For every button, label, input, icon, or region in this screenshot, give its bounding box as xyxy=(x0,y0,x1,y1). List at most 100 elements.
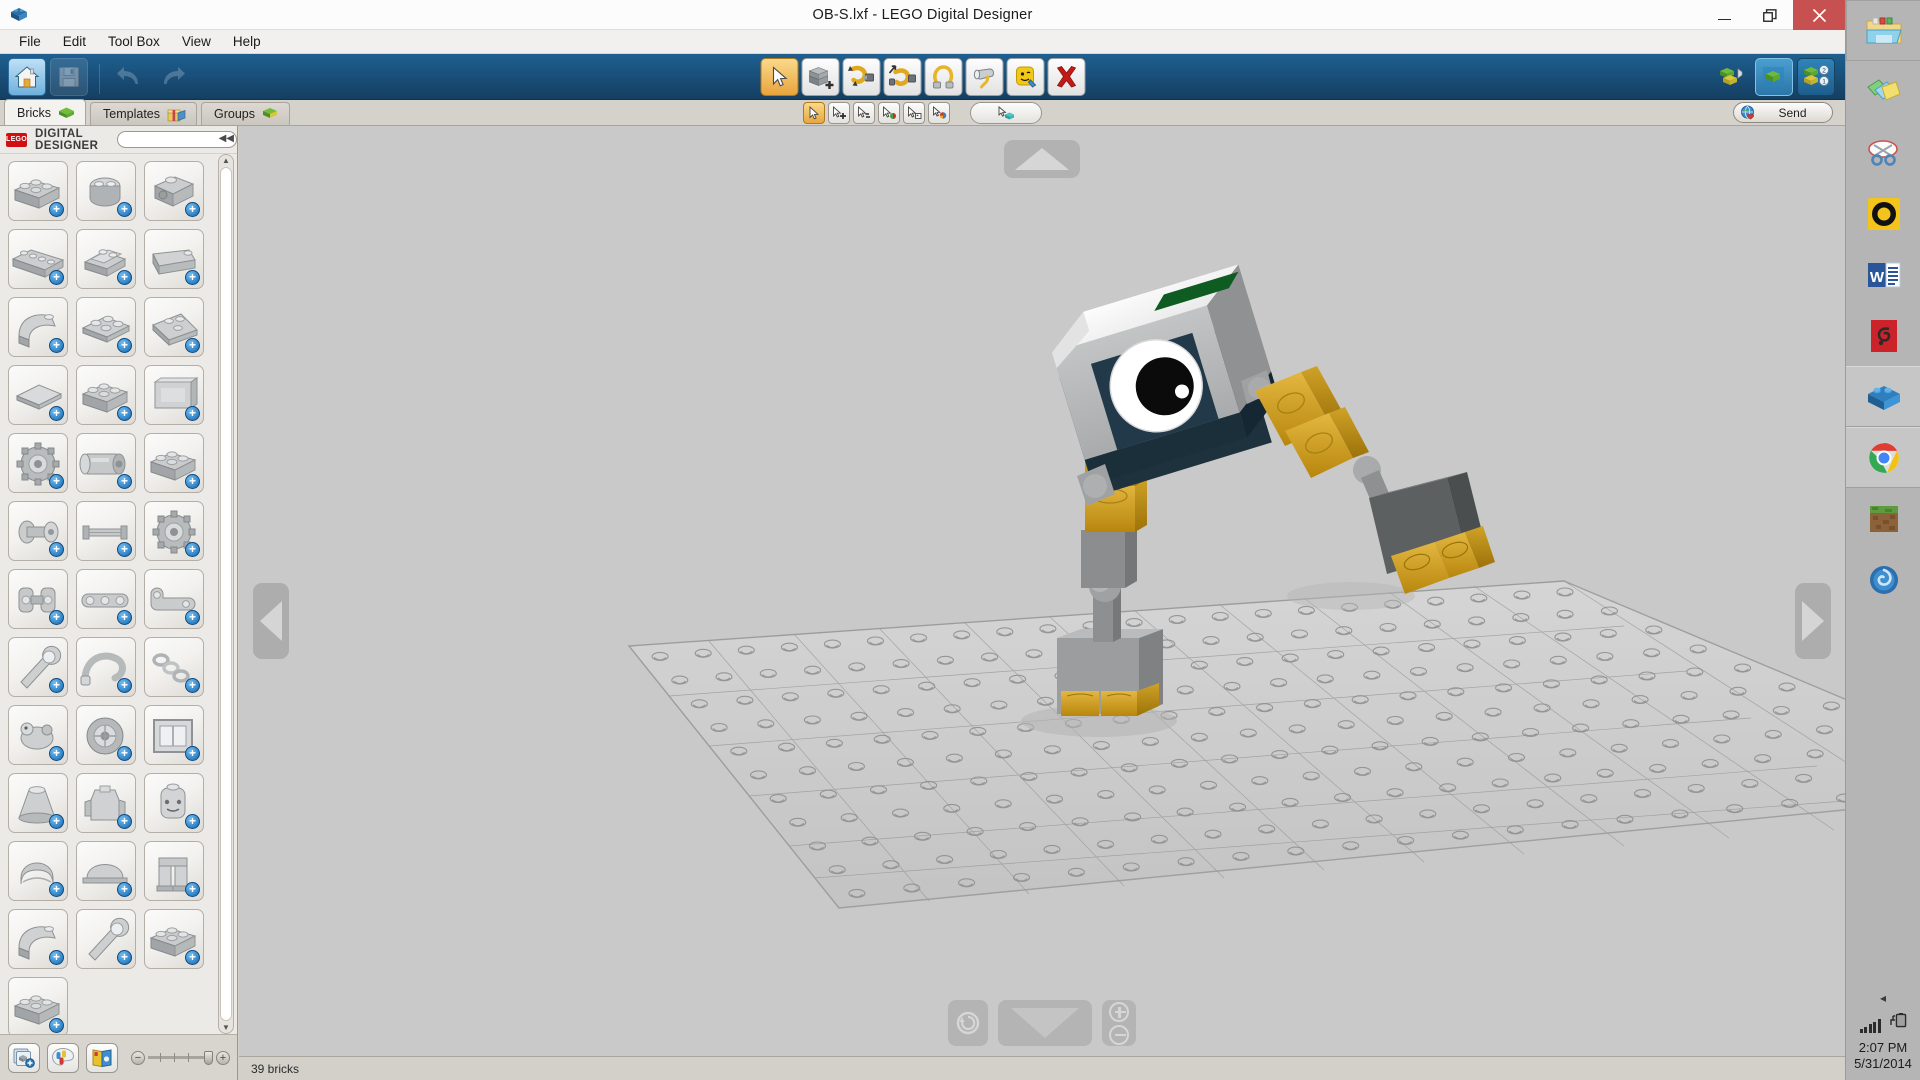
minimize-button[interactable] xyxy=(1701,0,1747,30)
taskbar-snipping-tool[interactable] xyxy=(1846,122,1920,183)
menu-view[interactable]: View xyxy=(171,32,222,51)
add-brick-badge[interactable]: + xyxy=(185,542,200,557)
add-brick-badge[interactable]: + xyxy=(117,814,132,829)
taskbar-blue-spiral-app[interactable] xyxy=(1846,549,1920,610)
show-desktop-button[interactable] xyxy=(1846,1076,1920,1080)
palette-brick-technic-axle[interactable]: + xyxy=(76,501,136,561)
select-add-tool[interactable] xyxy=(828,102,850,124)
palette-brick-brick-2x4[interactable]: + xyxy=(8,161,68,221)
scrollbar-thumb[interactable] xyxy=(220,167,232,1021)
add-brick-badge[interactable]: + xyxy=(185,270,200,285)
add-brick-badge[interactable]: + xyxy=(185,202,200,217)
palette-brick-wedge-slope[interactable]: + xyxy=(144,229,204,289)
add-brick-badge[interactable]: + xyxy=(49,202,64,217)
taskbar-lego-digital-designer[interactable] xyxy=(1846,366,1920,427)
taskbar-minecraft[interactable] xyxy=(1846,488,1920,549)
add-brick-badge[interactable]: + xyxy=(117,202,132,217)
select-all-tool[interactable] xyxy=(928,102,950,124)
menu-file[interactable]: File xyxy=(8,32,52,51)
add-brick-badge[interactable]: + xyxy=(49,882,64,897)
add-brick-badge[interactable]: + xyxy=(117,270,132,285)
add-brick-badge[interactable]: + xyxy=(49,542,64,557)
add-brick-badge[interactable]: + xyxy=(117,678,132,693)
taskbar-chrome[interactable] xyxy=(1846,427,1920,488)
add-brick-badge[interactable]: + xyxy=(185,610,200,625)
taskbar-orange-app[interactable] xyxy=(1846,183,1920,244)
taskbar-file-explorer[interactable] xyxy=(1846,0,1920,61)
zoom-in-icon[interactable]: + xyxy=(216,1050,230,1065)
add-brick-badge[interactable]: + xyxy=(185,882,200,897)
palette-brick-brick-round-2x2[interactable]: + xyxy=(76,161,136,221)
palette-brick-minifig-torso[interactable]: + xyxy=(76,773,136,833)
palette-brick-technic-liftarm[interactable]: + xyxy=(144,569,204,629)
send-button[interactable]: Send xyxy=(1733,102,1833,123)
palette-brick-technic-gear-large[interactable]: + xyxy=(144,501,204,561)
add-brick-badge[interactable]: + xyxy=(49,950,64,965)
reset-rotation-button[interactable] xyxy=(948,1000,988,1046)
taskbar-word[interactable]: W xyxy=(1846,244,1920,305)
add-brick-badge[interactable]: + xyxy=(49,746,64,761)
nav-up-button[interactable] xyxy=(1004,140,1080,178)
view-mode-button[interactable] xyxy=(1755,58,1793,96)
zoom-out-button[interactable] xyxy=(1109,1024,1129,1045)
palette-brick-brick-headlight-1x1[interactable]: + xyxy=(144,161,204,221)
add-brick-badge[interactable]: + xyxy=(117,882,132,897)
save-button[interactable] xyxy=(50,58,88,96)
add-brick-badge[interactable]: + xyxy=(185,474,200,489)
add-brick-badge[interactable]: + xyxy=(185,746,200,761)
nav-down-button[interactable] xyxy=(998,1000,1092,1046)
zoom-out-icon[interactable]: − xyxy=(131,1050,145,1065)
add-brick-badge[interactable]: + xyxy=(49,814,64,829)
palette-brick-slope-2x2[interactable]: + xyxy=(76,229,136,289)
palette-brick-technic-motor[interactable]: + xyxy=(76,433,136,493)
add-brick-badge[interactable]: + xyxy=(117,610,132,625)
close-button[interactable] xyxy=(1793,0,1845,30)
zoom-track[interactable] xyxy=(148,1053,204,1062)
scroll-up-icon[interactable]: ▲ xyxy=(219,156,233,165)
add-brick-badge[interactable]: + xyxy=(49,1018,64,1033)
palette-brick-minifig-legs[interactable]: + xyxy=(144,841,204,901)
palette-scrollbar[interactable]: ▲ ▼ xyxy=(218,154,234,1034)
palette-brick-minifig-hair[interactable]: + xyxy=(8,841,68,901)
palette-brick-tile-2x2[interactable]: + xyxy=(8,365,68,425)
color-palette-button[interactable] xyxy=(47,1042,79,1073)
building-guide-button[interactable]: 2 1 xyxy=(1797,58,1835,96)
palette-brick-wheel-hub[interactable]: + xyxy=(76,705,136,765)
add-brick-badge[interactable]: + xyxy=(49,678,64,693)
select-same-shape-tool[interactable] xyxy=(853,102,875,124)
select-same-color-tool[interactable] xyxy=(878,102,900,124)
select-connected-tool[interactable] xyxy=(903,102,925,124)
add-brick-badge[interactable]: + xyxy=(49,338,64,353)
undo-button[interactable] xyxy=(111,58,149,96)
zoom-in-button[interactable] xyxy=(1109,1001,1129,1022)
show-hidden-icons-button[interactable]: ◂ xyxy=(1846,991,1920,1005)
palette-brick-list[interactable]: + + + + + + + + + + + + + + + + + + + + + + + + + + + + + + + + + + + + + xyxy=(0,154,215,1034)
palette-brick-minifig-cap[interactable]: + xyxy=(76,841,136,901)
palette-brick-brick-misc[interactable]: + xyxy=(8,977,68,1034)
build-mode-button[interactable] xyxy=(1713,58,1751,96)
palette-brick-brick-curved-1x2[interactable]: + xyxy=(8,297,68,357)
palette-brick-technic-brick[interactable]: + xyxy=(144,433,204,493)
add-brick-badge[interactable]: + xyxy=(49,270,64,285)
new-palette-button[interactable] xyxy=(8,1042,40,1073)
brick-catalog-button[interactable] xyxy=(86,1042,118,1073)
add-brick-badge[interactable]: + xyxy=(185,406,200,421)
add-brick-badge[interactable]: + xyxy=(49,610,64,625)
tab-templates[interactable]: Templates xyxy=(90,102,198,125)
palette-brick-brick-special[interactable]: + xyxy=(144,909,204,969)
add-brick-badge[interactable]: + xyxy=(117,746,132,761)
palette-brick-wedge-plate-3x4[interactable]: + xyxy=(144,297,204,357)
restore-button[interactable] xyxy=(1747,0,1793,30)
clock-time[interactable]: 2:07 PM xyxy=(1846,1040,1920,1056)
add-brick-badge[interactable]: + xyxy=(49,406,64,421)
palette-brick-plate-2x2[interactable]: + xyxy=(76,297,136,357)
palette-brick-brick-modified[interactable]: + xyxy=(76,365,136,425)
palette-brick-brick-1x6[interactable]: + xyxy=(8,229,68,289)
paint-tool[interactable] xyxy=(965,58,1003,96)
scroll-down-icon[interactable]: ▼ xyxy=(219,1023,233,1032)
palette-brick-panel-1x4[interactable]: + xyxy=(144,365,204,425)
add-brick-badge[interactable]: + xyxy=(185,950,200,965)
taskbar-sticky-notes[interactable] xyxy=(1846,61,1920,122)
viewport-3d[interactable] xyxy=(239,126,1845,1080)
clone-tool[interactable] xyxy=(801,58,839,96)
